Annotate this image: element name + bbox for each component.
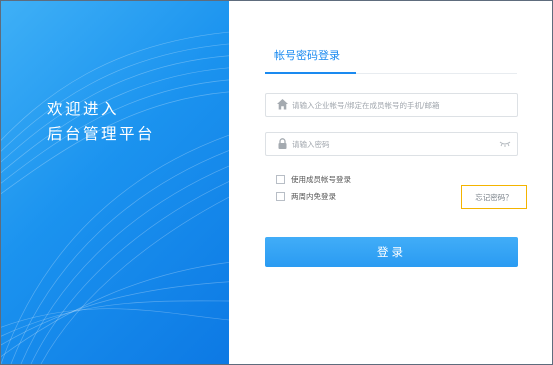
member-login-checkbox[interactable]: 使用成员帐号登录 (276, 174, 351, 184)
tab-divider (356, 72, 517, 74)
login-window: 欢迎进入 后台管理平台 帐号密码登录 使用成员帐号登录 两周内免登录 忘记密码？… (1, 1, 552, 364)
tab-account-password[interactable]: 帐号密码登录 (274, 47, 340, 63)
remember-checkbox[interactable]: 两周内免登录 (276, 191, 336, 201)
wave-lines-decoration (1, 31, 229, 364)
password-field[interactable] (265, 132, 518, 156)
lock-icon (278, 138, 287, 149)
checkbox-box[interactable] (276, 174, 285, 184)
welcome-line-1: 欢迎进入 (47, 100, 120, 118)
member-login-label: 使用成员帐号登录 (291, 174, 351, 184)
eye-closed-icon[interactable] (499, 138, 511, 148)
forgot-password-link[interactable]: 忘记密码？ (461, 185, 527, 209)
welcome-heading: 欢迎进入 后台管理平台 (47, 97, 155, 147)
welcome-panel: 欢迎进入 后台管理平台 (1, 1, 229, 364)
login-button[interactable]: 登录 (265, 237, 518, 267)
home-icon (277, 99, 288, 110)
checkbox-box[interactable] (276, 191, 285, 201)
password-input[interactable] (292, 133, 492, 155)
tab-active-indicator (265, 72, 356, 74)
account-input[interactable] (292, 94, 492, 116)
welcome-line-2: 后台管理平台 (47, 125, 156, 143)
account-field[interactable] (265, 93, 518, 117)
remember-label: 两周内免登录 (291, 191, 336, 201)
